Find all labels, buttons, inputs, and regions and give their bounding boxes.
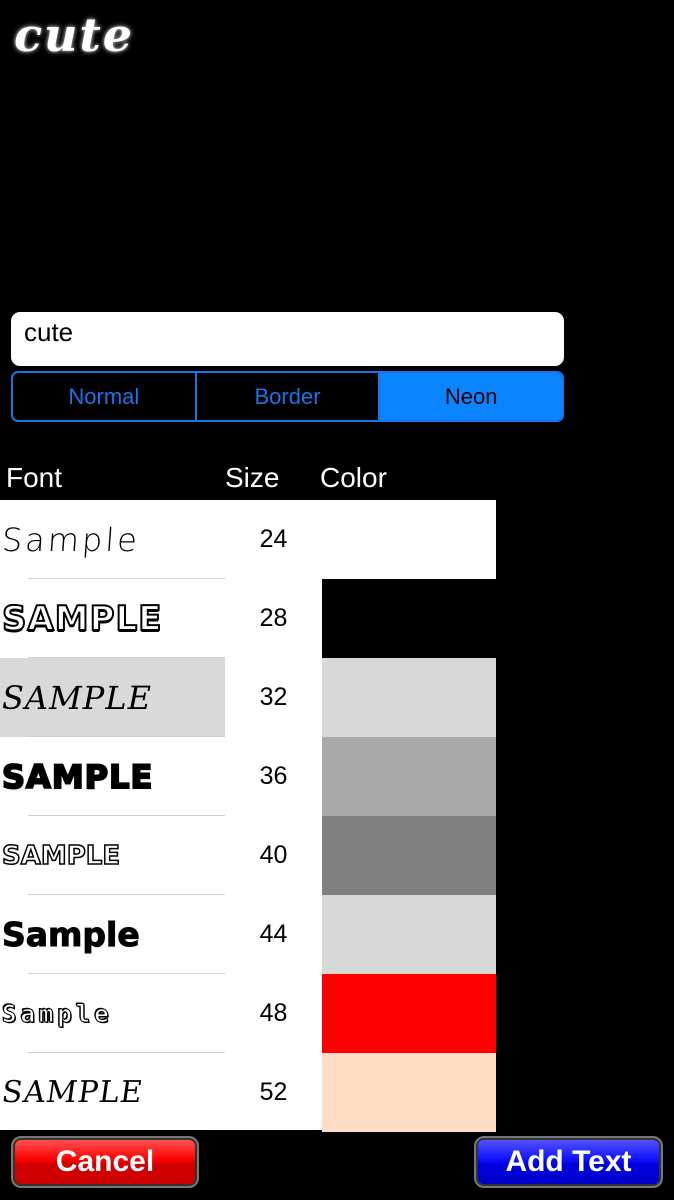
text-input[interactable]: cute [11, 312, 564, 366]
size-option[interactable]: 24 [225, 500, 322, 579]
segment-neon[interactable]: Neon [380, 373, 562, 420]
cancel-button[interactable]: Cancel [11, 1136, 199, 1188]
font-option[interactable]: SAMPLE [0, 1053, 225, 1132]
font-option[interactable]: SAMPLE [0, 816, 225, 895]
size-option[interactable]: 44 [225, 895, 322, 974]
font-option[interactable]: SAMPLE [0, 658, 225, 737]
size-option[interactable]: 40 [225, 816, 322, 895]
size-option[interactable]: 28 [225, 579, 322, 658]
font-picker-list[interactable]: Sample SAMPLE SAMPLE SAMPLE SAMPLE Sampl… [0, 500, 225, 1130]
font-sample: SAMPLE [1, 598, 163, 640]
size-option[interactable]: 52 [225, 1053, 322, 1132]
font-sample: SAMPLE [0, 1075, 146, 1110]
size-picker-list[interactable]: 24 28 32 36 40 44 48 52 [225, 500, 322, 1130]
size-option[interactable]: 48 [225, 974, 322, 1053]
color-swatch[interactable] [322, 500, 496, 579]
color-swatch[interactable] [322, 1053, 496, 1132]
font-option[interactable]: SAMPLE [0, 579, 225, 658]
color-swatch[interactable] [322, 658, 496, 737]
add-text-button[interactable]: Add Text [474, 1136, 663, 1188]
font-sample: SAMPLE [2, 678, 152, 717]
size-column-header: Size [225, 462, 280, 493]
font-sample: Sample [2, 999, 113, 1028]
font-option[interactable]: Sample [0, 974, 225, 1053]
size-option[interactable]: 36 [225, 737, 322, 816]
color-picker-list[interactable] [322, 500, 496, 1132]
color-column-header: Color [320, 462, 387, 493]
color-swatch[interactable] [322, 816, 496, 895]
segment-normal[interactable]: Normal [13, 373, 197, 420]
font-sample: SAMPLE [1, 840, 121, 872]
color-swatch[interactable] [322, 895, 496, 974]
font-sample: SAMPLE [1, 757, 154, 797]
font-option[interactable]: Sample [0, 500, 225, 579]
style-segmented-control: Normal Border Neon [11, 371, 564, 422]
font-option[interactable]: SAMPLE [0, 737, 225, 816]
text-preview: cute [14, 8, 134, 62]
segment-border[interactable]: Border [197, 373, 381, 420]
font-sample: Sample [2, 915, 141, 955]
color-swatch[interactable] [322, 974, 496, 1053]
color-swatch[interactable] [322, 737, 496, 816]
color-swatch[interactable] [322, 579, 496, 658]
font-sample: Sample [0, 520, 142, 559]
size-option[interactable]: 32 [225, 658, 322, 737]
font-option[interactable]: Sample [0, 895, 225, 974]
font-column-header: Font [6, 462, 63, 493]
